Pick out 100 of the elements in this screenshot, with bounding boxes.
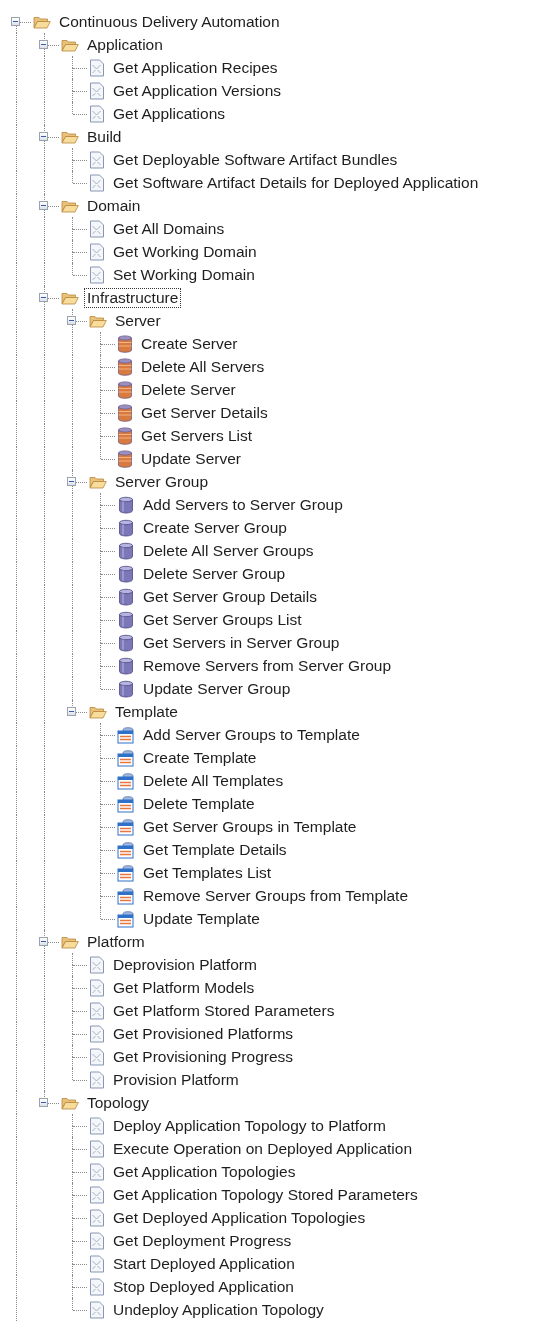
document-icon: [89, 104, 105, 123]
tree-item[interactable]: Build: [84, 126, 125, 147]
folder-icon: [61, 129, 79, 144]
window-icon: [117, 863, 135, 882]
tree-item[interactable]: Continuous Delivery Automation: [56, 11, 283, 32]
tree-item[interactable]: Server Group: [112, 471, 212, 492]
tree-item[interactable]: Provision Platform: [110, 1069, 242, 1090]
window-icon: [117, 909, 135, 928]
window-icon: [117, 725, 135, 744]
collapse-button[interactable]: [67, 477, 76, 486]
tree-item[interactable]: Stop Deployed Application: [110, 1276, 297, 1297]
tree-item[interactable]: Add Servers to Server Group: [140, 494, 346, 515]
document-icon: [89, 219, 105, 238]
tree-item[interactable]: Get Server Details: [138, 402, 271, 423]
tree-item[interactable]: Get Server Groups in Template: [140, 816, 360, 837]
document-icon: [89, 1162, 105, 1181]
folder-icon: [33, 14, 51, 29]
tree-item[interactable]: Get Platform Stored Parameters: [110, 1000, 338, 1021]
tree-item[interactable]: Server: [112, 310, 164, 331]
document-icon: [89, 1024, 105, 1043]
document-icon: [89, 955, 105, 974]
database-icon: [117, 380, 133, 399]
tree-item[interactable]: Get Application Versions: [110, 80, 285, 101]
tree-item[interactable]: Start Deployed Application: [110, 1253, 298, 1274]
database-icon: [117, 334, 133, 353]
tree-item[interactable]: Delete All Servers: [138, 356, 268, 377]
database-icon: [117, 541, 135, 560]
tree-item[interactable]: Undeploy Application Topology: [110, 1299, 327, 1320]
document-icon: [89, 150, 105, 169]
document-icon: [89, 1139, 105, 1158]
tree-item[interactable]: Add Server Groups to Template: [140, 724, 363, 745]
tree-item[interactable]: Get Server Group Details: [140, 586, 320, 607]
document-icon: [89, 1277, 105, 1296]
tree-item[interactable]: Remove Server Groups from Template: [140, 885, 412, 906]
folder-icon: [61, 934, 79, 949]
window-icon: [117, 840, 135, 859]
folder-icon: [61, 198, 79, 213]
tree-item[interactable]: Get All Domains: [110, 218, 228, 239]
collapse-button[interactable]: [39, 40, 48, 49]
tree-item[interactable]: Delete Server Group: [140, 563, 289, 584]
tree-item[interactable]: Get Provisioned Platforms: [110, 1023, 297, 1044]
database-icon: [117, 679, 135, 698]
tree-item[interactable]: Create Server: [138, 333, 241, 354]
tree-item[interactable]: Create Server Group: [140, 517, 290, 538]
tree-item[interactable]: Get Templates List: [140, 862, 275, 883]
tree-item[interactable]: Application: [84, 34, 166, 55]
tree-item[interactable]: Delete Server: [138, 379, 239, 400]
database-icon: [117, 610, 135, 629]
tree-item[interactable]: Get Deployment Progress: [110, 1230, 295, 1251]
tree-item[interactable]: Deprovision Platform: [110, 954, 260, 975]
tree-item[interactable]: Get Software Artifact Details for Deployed Application: [110, 172, 482, 193]
document-icon: [89, 1070, 105, 1089]
tree-item[interactable]: Update Template: [140, 908, 263, 929]
tree-item[interactable]: Topology: [84, 1092, 153, 1113]
tree-item[interactable]: Get Server Groups List: [140, 609, 305, 630]
tree-item[interactable]: Deploy Application Topology to Platform: [110, 1115, 389, 1136]
tree-item[interactable]: Get Template Details: [140, 839, 290, 860]
tree-item[interactable]: Template: [112, 701, 181, 722]
folder-icon: [89, 704, 107, 719]
tree-item[interactable]: Get Application Topology Stored Parameters: [110, 1184, 421, 1205]
document-icon: [89, 265, 105, 284]
tree-item[interactable]: Delete Template: [140, 793, 258, 814]
collapse-button[interactable]: [11, 17, 20, 26]
document-icon: [89, 1047, 105, 1066]
collapse-button[interactable]: [39, 293, 48, 302]
tree-item[interactable]: Platform: [84, 931, 148, 952]
collapse-button[interactable]: [67, 707, 76, 716]
document-icon: [89, 81, 105, 100]
tree-item[interactable]: Set Working Domain: [110, 264, 258, 285]
tree-item[interactable]: Get Platform Models: [110, 977, 258, 998]
tree-item[interactable]: Execute Operation on Deployed Application: [110, 1138, 415, 1159]
tree-item[interactable]: Infrastructure: [84, 287, 182, 308]
tree-item[interactable]: Delete All Server Groups: [140, 540, 317, 561]
tree-item[interactable]: Get Provisioning Progress: [110, 1046, 297, 1067]
tree-item[interactable]: Create Template: [140, 747, 260, 768]
tree-item[interactable]: Get Servers in Server Group: [140, 632, 343, 653]
tree-item[interactable]: Get Servers List: [138, 425, 256, 446]
database-icon: [117, 587, 135, 606]
document-icon: [89, 1254, 105, 1273]
window-icon: [117, 817, 135, 836]
tree-item[interactable]: Get Working Domain: [110, 241, 260, 262]
database-icon: [117, 426, 133, 445]
tree-item[interactable]: Domain: [84, 195, 144, 216]
collapse-button[interactable]: [39, 1098, 48, 1107]
collapse-button[interactable]: [39, 201, 48, 210]
tree-item[interactable]: Get Application Recipes: [110, 57, 281, 78]
collapse-button[interactable]: [39, 937, 48, 946]
tree-item[interactable]: Get Application Topologies: [110, 1161, 299, 1182]
collapse-button[interactable]: [39, 132, 48, 141]
tree-item[interactable]: Remove Servers from Server Group: [140, 655, 395, 676]
collapse-button[interactable]: [67, 316, 76, 325]
tree-item[interactable]: Get Deployable Software Artifact Bundles: [110, 149, 401, 170]
tree-item[interactable]: Get Deployed Application Topologies: [110, 1207, 369, 1228]
tree-item[interactable]: Update Server: [138, 448, 244, 469]
tree-item[interactable]: Update Server Group: [140, 678, 294, 699]
database-icon: [117, 357, 133, 376]
tree-item[interactable]: Delete All Templates: [140, 770, 287, 791]
tree-item[interactable]: Get Applications: [110, 103, 228, 124]
document-icon: [89, 1001, 105, 1020]
folder-icon: [89, 474, 107, 489]
